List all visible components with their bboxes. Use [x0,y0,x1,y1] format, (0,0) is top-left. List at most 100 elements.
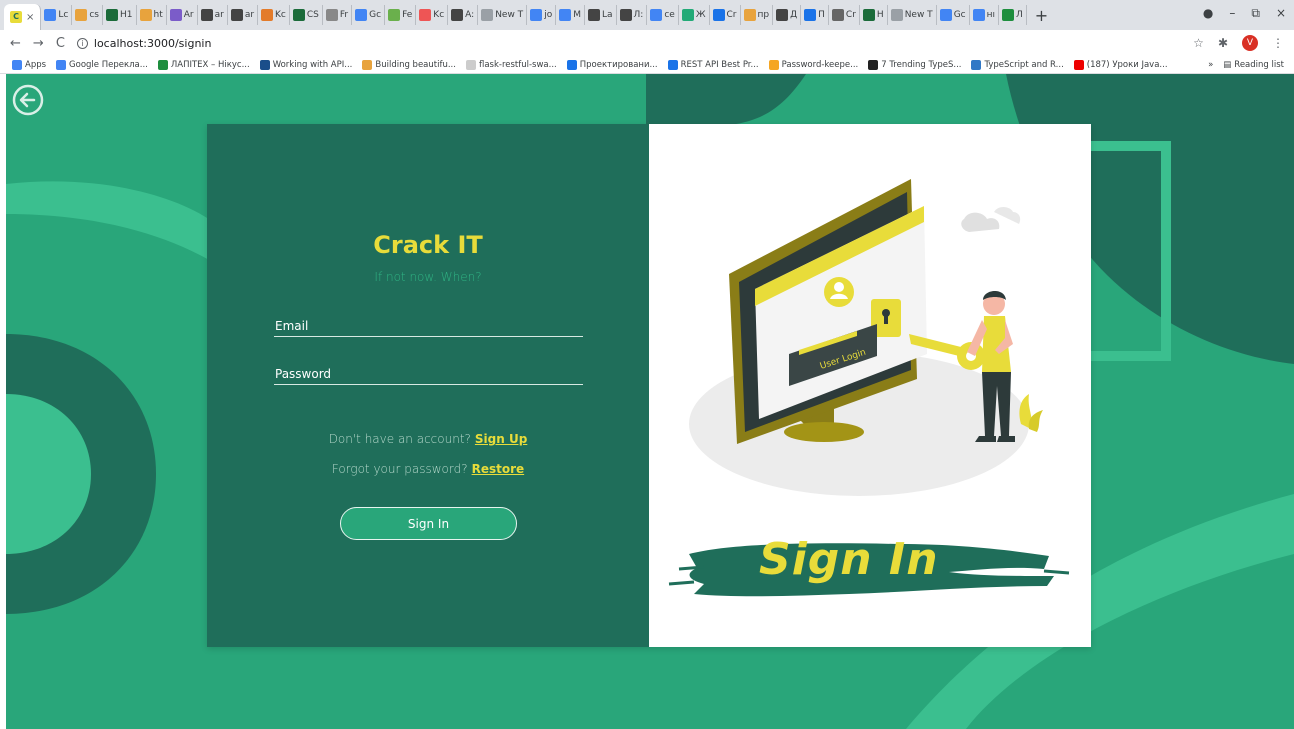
restore-link[interactable]: Restore [472,462,525,476]
bookmark-label: Google Перекла... [69,59,148,70]
forward-arrow-icon[interactable]: → [33,36,44,51]
new-tab-button[interactable]: + [1027,6,1056,25]
bookmark-label: Password-keepe... [781,59,859,70]
bookmark-favicon-icon [1073,59,1084,70]
browser-tab[interactable]: пр [741,5,774,25]
tab-favicon-icon [939,9,952,21]
tab-favicon-icon [261,9,274,21]
tab-favicon-icon [972,9,985,21]
back-circle-arrow-icon[interactable] [12,84,44,116]
reload-icon[interactable]: C [56,36,65,51]
browser-tab[interactable]: Gc [937,5,970,25]
browser-tab[interactable]: ar [228,5,259,25]
extensions-puzzle-icon[interactable]: ✱ [1218,36,1228,50]
browser-tab[interactable]: Fr [323,5,353,25]
tab-favicon-icon [325,9,338,21]
bookmark-label: REST API Best Pr... [680,59,759,70]
reading-list-icon: ▤ [1223,60,1232,70]
signin-page: Crack IT If not now. When? Don't have an… [6,74,1294,729]
browser-tab[interactable]: Lc [41,5,73,25]
tab-label: Kc [275,10,286,20]
browser-tab[interactable]: ce [647,5,679,25]
tab-favicon-icon [776,9,789,21]
tab-label: Fr [339,10,349,20]
brand-subtitle: If not now. When? [374,270,482,284]
bookmark-item[interactable]: flask-restful-swa... [465,59,557,70]
bookmark-item[interactable]: Google Перекла... [56,59,148,70]
back-arrow-icon[interactable]: ← [10,36,21,51]
tab-label: ht [153,10,163,20]
close-window-button[interactable]: × [1276,6,1286,21]
browser-tab[interactable]: A: [448,5,479,25]
bookmark-item[interactable]: REST API Best Pr... [667,59,759,70]
browser-tab[interactable]: нı [970,5,1000,25]
browser-tab-bar: C × Lc cs H1 ht Ar ar ar Kc CS Fr Gc Fe Kc A: New T jo M… [0,0,1294,30]
bookmark-item[interactable]: ЛАПІТЕХ – Нікус... [157,59,250,70]
browser-tab[interactable]: Fe [385,5,417,25]
bookmark-item[interactable]: 7 Trending TypeS... [868,59,961,70]
tab-favicon-icon [419,9,432,21]
bookmark-favicon-icon [259,59,270,70]
tab-favicon-icon [831,9,844,21]
tab-active[interactable]: C × [4,4,42,30]
bookmark-item[interactable]: Building beautifu... [362,59,456,70]
bookmark-item[interactable]: Working with API... [259,59,352,70]
url-text[interactable]: localhost:3000/signin [94,37,212,50]
bookmark-favicon-icon [12,59,22,70]
browser-tab[interactable]: Л [999,5,1027,25]
tab-label: Д [790,10,798,20]
omnibox[interactable]: i localhost:3000/signin [76,37,212,50]
browser-tab[interactable]: H [860,5,888,25]
bookmark-item[interactable]: Проектировани... [566,59,658,70]
signup-link[interactable]: Sign Up [475,432,527,446]
restore-button[interactable]: ⧉ [1251,6,1260,21]
tab-label: нı [986,10,996,20]
extension-icon[interactable]: ● [1203,6,1213,21]
minimize-button[interactable]: – [1229,6,1235,21]
browser-tab[interactable]: Ar [167,5,198,25]
profile-avatar[interactable]: V [1242,35,1258,51]
browser-tab[interactable]: H1 [103,5,137,25]
browser-tab[interactable]: ar [198,5,228,25]
sign-in-button[interactable]: Sign In [340,507,517,540]
tab-label: Gc [369,10,382,20]
tab-label: пр [757,10,770,20]
tab-label: A: [465,10,475,20]
browser-tab[interactable]: Д [773,5,802,25]
tab-favicon-icon [230,9,243,21]
bookmark-star-icon[interactable]: ☆ [1193,36,1204,50]
bookmark-item[interactable]: Apps [12,59,46,70]
browser-tab[interactable]: jo [527,5,557,25]
browser-tab[interactable]: Ж [679,5,710,25]
email-field[interactable] [274,315,583,337]
tab-label: jo [544,10,553,20]
menu-kebab-icon[interactable]: ⋮ [1272,36,1284,50]
restore-prompt-text: Forgot your password? [331,462,468,476]
bookmark-item[interactable]: (187) Уроки Java... [1073,59,1168,70]
bookmark-item[interactable]: Password-keepe... [768,59,859,70]
browser-tab[interactable]: New T [888,5,937,25]
reading-list-button[interactable]: ▤ Reading list [1223,60,1284,70]
browser-tab[interactable]: Gc [352,5,386,25]
browser-tab[interactable]: П [801,5,829,25]
bookmark-item[interactable]: TypeScript and R... [971,59,1064,70]
site-info-icon[interactable]: i [76,37,88,49]
browser-tab[interactable]: New T [478,5,528,25]
browser-tab[interactable]: Kc [258,5,290,25]
browser-tab[interactable]: M [556,5,585,25]
bookmark-favicon-icon [362,59,373,70]
browser-tab[interactable]: cs [72,5,103,25]
browser-tab[interactable]: Cr [710,5,741,25]
browser-tab[interactable]: Л: [617,5,648,25]
window-controls: ● – ⧉ × [1203,6,1286,21]
close-tab-icon[interactable]: × [26,12,34,23]
browser-tab[interactable]: ht [137,5,167,25]
bookmarks-overflow-button[interactable]: » [1208,60,1213,70]
browser-tab[interactable]: Kc [416,5,449,25]
password-field[interactable] [274,363,583,385]
reading-list-label: Reading list [1234,60,1284,70]
browser-tab[interactable]: CS [290,5,323,25]
signin-card: Crack IT If not now. When? Don't have an… [207,124,1091,647]
browser-tab[interactable]: Cr [829,5,860,25]
browser-tab[interactable]: La [585,5,617,25]
